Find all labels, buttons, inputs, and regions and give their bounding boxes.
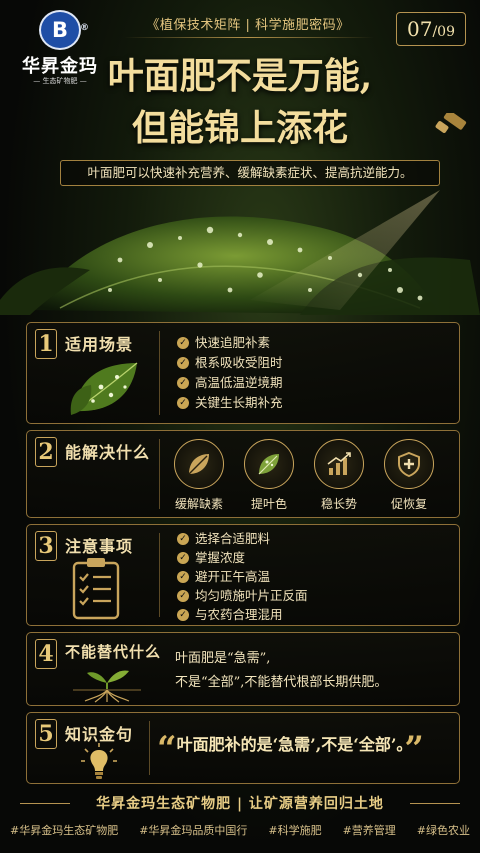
benefit-item: 稳长势	[307, 439, 371, 512]
spray-nozzle-icon	[435, 113, 467, 133]
use-case-list: ✓ 快速追肥补素 ✓ 根系吸收受阻时 ✓ 高温低温逆境期 ✓ 关键生长期补充	[177, 333, 283, 413]
precaution-list: ✓ 选择合适肥料 ✓ 掌握浓度 ✓ 避开正午高温 ✓ 均匀喷施叶片正反面 ✓ 与农药合理混…	[177, 529, 308, 624]
close-quote-icon: ”	[404, 729, 424, 769]
hashtag[interactable]: #华昇金玛品质中国行	[139, 822, 247, 838]
benefit-label: 缓解缺素	[174, 497, 223, 511]
checklist-clipboard-icon	[72, 558, 120, 620]
section-divider	[149, 721, 150, 775]
list-item: ✓ 均匀喷施叶片正反面	[177, 586, 308, 605]
section-benefits: 2 能解决什么 缓解缺素 提叶色 稳长势 促恢复	[26, 430, 460, 518]
hashtag[interactable]: #绿色农业	[417, 822, 470, 838]
section-number: 5	[35, 719, 57, 749]
check-icon: ✓	[177, 397, 189, 409]
section-title: 不能替代什么	[65, 643, 162, 661]
hashtag[interactable]: #华昇金玛生态矿物肥	[10, 822, 118, 838]
limitation-text: 叶面肥是“急需”, 不是“全部”,不能替代根部长期供肥。	[175, 647, 387, 695]
quote-text: 叶面肥补的是‘急需’,不是‘全部’。	[176, 735, 405, 754]
hashtag-row: #华昇金玛生态矿物肥 #华昇金玛品质中国行 #科学施肥 #营养管理 #绿色农业	[0, 822, 480, 838]
logo-mark: B ®	[39, 10, 89, 50]
check-icon: ✓	[177, 552, 189, 564]
section-divider	[159, 533, 160, 617]
section-title: 注意事项	[65, 537, 134, 556]
list-item: ✓ 根系吸收受阻时	[177, 353, 283, 373]
series-tag-underline	[124, 37, 374, 38]
subtitle-banner: 叶面肥可以快速补充营养、缓解缺素症状、提高抗逆能力。	[60, 160, 440, 186]
lightbulb-icon	[81, 743, 117, 779]
dewy-leaves-icon	[70, 362, 138, 415]
open-quote-icon: “	[157, 729, 177, 769]
section-use-cases: 1 适用场景 ✓ 快速追肥补素 ✓ 根系吸收受阻时 ✓ 高温低温逆境期 ✓ 关键生长期补…	[26, 322, 460, 424]
list-item: ✓ 选择合适肥料	[177, 529, 308, 548]
benefit-label: 促恢复	[390, 497, 427, 511]
check-icon: ✓	[177, 590, 189, 602]
golden-quote: “叶面肥补的是‘急需’,不是‘全部’。”	[157, 729, 457, 769]
benefit-item: 缓解缺素	[167, 439, 231, 512]
page-current: 07	[407, 17, 433, 41]
section-limitations: 4 不能替代什么 叶面肥是“急需”, 不是“全部”,不能替代根部长期供肥。	[26, 632, 460, 706]
registered-mark: ®	[80, 23, 89, 33]
section-number: 2	[35, 437, 57, 467]
logo-letter: B	[51, 18, 68, 42]
page-number-badge: 07/09	[396, 12, 466, 46]
benefit-label: 稳长势	[320, 497, 357, 511]
list-item: ✓ 与农药合理混用	[177, 605, 308, 624]
growth-chart-icon	[327, 452, 351, 475]
limitation-line-1: 叶面肥是“急需”,	[175, 651, 271, 666]
benefit-label: 提叶色	[250, 497, 287, 511]
hashtag[interactable]: #营养管理	[343, 822, 396, 838]
list-item: ✓ 掌握浓度	[177, 548, 308, 567]
section-number: 1	[35, 329, 57, 359]
section-divider	[159, 439, 160, 509]
check-icon: ✓	[177, 357, 189, 369]
section-precautions: 3 注意事项 ✓ 选择合适肥料 ✓ 掌握浓度 ✓ 避开正午高温 ✓ 均匀喷施叶片正反面 …	[26, 524, 460, 626]
title-line-1: 叶面肥不是万能,	[107, 55, 373, 97]
dewy-leaf-icon	[0, 190, 480, 315]
check-icon: ✓	[177, 533, 189, 545]
page-total: /09	[432, 24, 455, 40]
leaf-illustration	[0, 190, 480, 315]
list-item: ✓ 避开正午高温	[177, 567, 308, 586]
check-icon: ✓	[177, 377, 189, 389]
title-line-2: 但能锦上添花	[131, 107, 348, 149]
poster: B ® 华昇金玛 — 生态矿物肥 — 《植保技术矩阵 | 科学施肥密码》 07/…	[0, 0, 480, 853]
check-icon: ✓	[177, 337, 189, 349]
section-golden-quote: 5 知识金句 “叶面肥补的是‘急需’,不是‘全部’。”	[26, 712, 460, 784]
list-item: ✓ 关键生长期补充	[177, 393, 283, 413]
shield-plus-icon	[398, 451, 420, 478]
check-icon: ✓	[177, 609, 189, 621]
list-item: ✓ 快速追肥补素	[177, 333, 283, 353]
list-item: ✓ 高温低温逆境期	[177, 373, 283, 393]
leaf-icon	[188, 454, 209, 475]
footer-slogan: 华昇金玛生态矿物肥 | 让矿源营养回归土地	[20, 793, 460, 813]
section-title: 适用场景	[65, 335, 134, 354]
sprout-roots-icon	[73, 670, 141, 703]
benefit-item: 提叶色	[237, 439, 301, 512]
limitation-line-2: 不是“全部”,不能替代根部长期供肥。	[175, 675, 388, 690]
main-title: 叶面肥不是万能, 但能锦上添花	[0, 50, 480, 154]
hashtag[interactable]: #科学施肥	[268, 822, 321, 838]
benefit-item: 促恢复	[377, 439, 441, 512]
series-tag: 《植保技术矩阵 | 科学施肥密码》	[146, 18, 350, 33]
section-number: 3	[35, 531, 57, 561]
green-leaf-icon	[258, 454, 279, 475]
section-divider	[159, 331, 160, 415]
section-title: 能解决什么	[65, 443, 151, 462]
section-number: 4	[35, 639, 57, 669]
check-icon: ✓	[177, 571, 189, 583]
